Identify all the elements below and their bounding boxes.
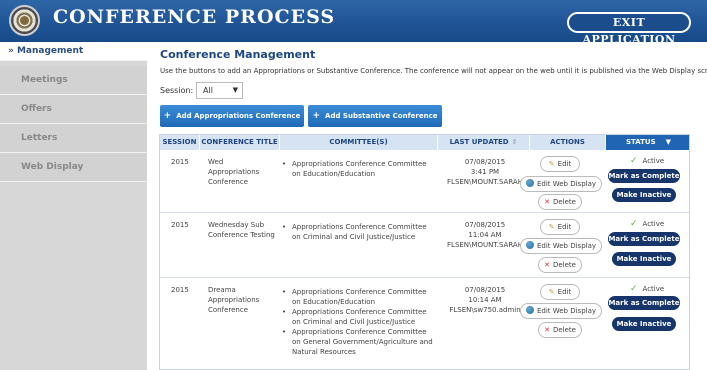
table-header: SESSION CONFERENCE TITLE COMMITTEE(S) LA… bbox=[160, 135, 689, 150]
conference-title-cell: Dreama Appropriations Conference bbox=[208, 286, 260, 314]
sidebar-item-offers[interactable]: Offers bbox=[0, 95, 147, 124]
sidebar-item-management[interactable]: » Management bbox=[0, 42, 147, 61]
session-cell: 2015 bbox=[171, 158, 189, 166]
sidebar-item-web-display[interactable]: Web Display bbox=[0, 153, 147, 182]
make-inactive-button[interactable]: Make Inactive bbox=[612, 317, 676, 331]
mark-as-complete-button[interactable]: Mark as Complete bbox=[608, 169, 680, 183]
delete-button[interactable]: ✕ Delete bbox=[538, 257, 582, 273]
column-header-actions: ACTIONS bbox=[530, 135, 606, 150]
dropdown-icon: ▼ bbox=[665, 138, 672, 146]
session-value: All bbox=[203, 86, 213, 95]
make-inactive-button[interactable]: Make Inactive bbox=[612, 188, 676, 202]
sidebar: » Management Meetings Offers Letters Web… bbox=[0, 42, 147, 370]
committee-item: Appropriations Conference Committee on E… bbox=[282, 287, 436, 307]
column-header-title: CONFERENCE TITLE bbox=[200, 135, 280, 150]
column-header-last-updated[interactable]: LAST UPDATED ⇕ bbox=[438, 135, 530, 150]
plus-icon: + bbox=[312, 111, 321, 121]
delete-button[interactable]: ✕ Delete bbox=[538, 322, 582, 338]
pencil-icon: ✎ bbox=[548, 288, 555, 296]
status-indicator: ✓ Active bbox=[630, 219, 665, 229]
committees-cell: Appropriations Conference Committee on E… bbox=[282, 159, 436, 179]
session-cell: 2015 bbox=[171, 286, 189, 294]
committees-cell: Appropriations Conference Committee on E… bbox=[282, 287, 436, 357]
close-icon: ✕ bbox=[544, 261, 550, 269]
check-icon: ✓ bbox=[630, 156, 638, 166]
column-header-committees: COMMITTEE(S) bbox=[280, 135, 438, 150]
column-header-session: SESSION bbox=[160, 135, 200, 150]
mark-as-complete-button[interactable]: Mark as Complete bbox=[608, 296, 680, 310]
committees-cell: Appropriations Conference Committee on C… bbox=[282, 222, 436, 242]
last-updated-cell: 07/08/2015 3:41 PM FLSEN\MOUNT.SARAH bbox=[447, 158, 523, 186]
conference-title-cell: Wednesday Sub Conference Testing bbox=[208, 221, 275, 239]
table-row: 2015 Wed Appropriations Conference Appro… bbox=[160, 150, 689, 213]
check-icon: ✓ bbox=[630, 284, 638, 294]
edit-web-display-button[interactable]: Edit Web Display bbox=[520, 238, 602, 254]
edit-button[interactable]: ✎ Edit bbox=[540, 156, 580, 172]
make-inactive-button[interactable]: Make Inactive bbox=[612, 252, 676, 266]
committee-item: Appropriations Conference Committee on C… bbox=[282, 222, 436, 242]
table-row: 2015 Wednesday Sub Conference Testing Ap… bbox=[160, 213, 689, 278]
page-description: Use the buttons to add an Appropriations… bbox=[160, 67, 707, 75]
conference-table: SESSION CONFERENCE TITLE COMMITTEE(S) LA… bbox=[159, 134, 690, 370]
session-cell: 2015 bbox=[171, 221, 189, 229]
edit-button[interactable]: ✎ Edit bbox=[540, 219, 580, 235]
globe-icon bbox=[525, 241, 534, 249]
session-select[interactable]: All ▼ bbox=[196, 82, 243, 99]
mark-as-complete-button[interactable]: Mark as Complete bbox=[608, 232, 680, 246]
last-updated-cell: 07/08/2015 10:14 AM FLSEN\sw750.admin bbox=[449, 286, 521, 314]
add-substantive-conference-button[interactable]: + Add Substantive Conference bbox=[308, 105, 442, 127]
pencil-icon: ✎ bbox=[548, 223, 555, 231]
column-header-status[interactable]: STATUS ▼ bbox=[606, 135, 689, 150]
sidebar-item-letters[interactable]: Letters bbox=[0, 124, 147, 153]
senate-seal-logo bbox=[9, 5, 40, 36]
exit-application-button[interactable]: EXIT APPLICATION bbox=[567, 12, 691, 46]
edit-web-display-button[interactable]: Edit Web Display bbox=[520, 303, 602, 319]
add-appropriations-conference-button[interactable]: + Add Appropriations Conference bbox=[160, 105, 304, 127]
sort-icon: ⇕ bbox=[511, 138, 518, 146]
page-title: Conference Management bbox=[160, 48, 316, 61]
globe-icon bbox=[525, 306, 534, 314]
app-header: CONFERENCE PROCESS EXIT APPLICATION bbox=[0, 0, 707, 46]
committee-item: Appropriations Conference Committee on G… bbox=[282, 327, 436, 357]
status-indicator: ✓ Active bbox=[630, 284, 665, 294]
session-label: Session: bbox=[160, 86, 194, 95]
edit-button[interactable]: ✎ Edit bbox=[540, 284, 580, 300]
plus-icon: + bbox=[163, 111, 172, 121]
delete-button[interactable]: ✕ Delete bbox=[538, 194, 582, 210]
close-icon: ✕ bbox=[544, 326, 550, 334]
app-title: CONFERENCE PROCESS bbox=[53, 6, 336, 28]
close-icon: ✕ bbox=[544, 198, 550, 206]
committee-item: Appropriations Conference Committee on C… bbox=[282, 307, 436, 327]
sidebar-item-meetings[interactable]: Meetings bbox=[0, 66, 147, 95]
status-indicator: ✓ Active bbox=[630, 156, 665, 166]
chevron-down-icon: ▼ bbox=[232, 86, 238, 94]
conference-title-cell: Wed Appropriations Conference bbox=[208, 158, 260, 186]
table-row: 2015 Dreama Appropriations Conference Ap… bbox=[160, 278, 689, 369]
globe-icon bbox=[525, 179, 534, 187]
check-icon: ✓ bbox=[630, 219, 638, 229]
committee-item: Appropriations Conference Committee on E… bbox=[282, 159, 436, 179]
pencil-icon: ✎ bbox=[548, 160, 555, 168]
edit-web-display-button[interactable]: Edit Web Display bbox=[520, 176, 602, 192]
last-updated-cell: 07/08/2015 11:04 AM FLSEN\MOUNT.SARAH bbox=[447, 221, 523, 249]
